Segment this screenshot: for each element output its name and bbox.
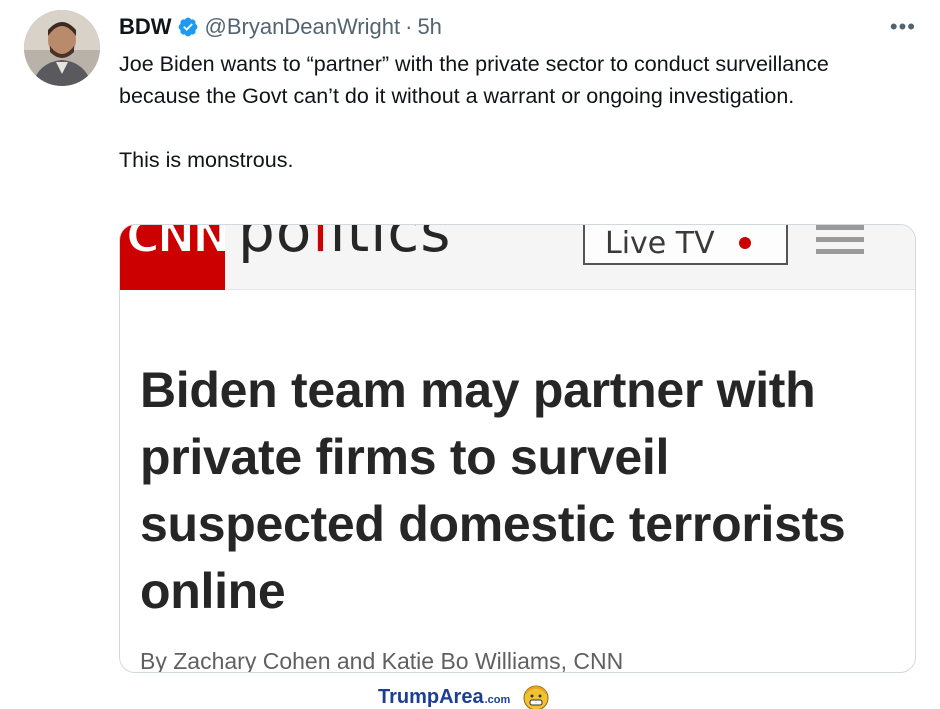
tweet: BDW @BryanDeanWright · 5h ••• Joe Biden … (0, 0, 940, 709)
live-indicator-icon (738, 237, 751, 249)
watermark: TrumpArea .com (378, 683, 550, 709)
avatar[interactable] (24, 10, 100, 86)
avatar-image (24, 10, 100, 86)
tweet-paragraph: This is monstrous. (119, 148, 294, 172)
link-card[interactable]: CNN politics Live TV Biden team may part… (119, 224, 916, 673)
live-tv-label: Live TV (605, 225, 715, 261)
section-title-part: itics (329, 224, 452, 265)
more-horizontal-icon[interactable]: ••• (890, 14, 916, 40)
display-name[interactable]: BDW (119, 14, 172, 40)
user-handle[interactable]: @BryanDeanWright (205, 14, 401, 40)
watermark-text: TrumpArea (378, 685, 484, 708)
timestamp[interactable]: 5h (417, 14, 441, 40)
live-tv-button[interactable]: Live TV (583, 225, 788, 265)
cnn-logo[interactable]: CNN (120, 225, 225, 290)
tweet-paragraph: Joe Biden wants to “partner” with the pr… (119, 52, 829, 108)
cnn-header-bar: CNN politics Live TV (120, 225, 915, 290)
hamburger-menu-icon[interactable] (816, 225, 864, 259)
tweet-header: BDW @BryanDeanWright · 5h ••• (119, 12, 920, 42)
section-title: politics (238, 224, 452, 265)
watermark-face-icon (523, 685, 549, 709)
separator-dot: · (405, 14, 413, 39)
verified-badge-icon (177, 16, 199, 38)
cnn-logo-text: CNN (125, 225, 225, 264)
watermark-suffix: .com (484, 693, 511, 706)
tweet-text: Joe Biden wants to “partner” with the pr… (119, 48, 909, 176)
section-title-part: po (238, 224, 313, 265)
article-headline: Biden team may partner with private firm… (140, 362, 846, 619)
article-byline: By Zachary Cohen and Katie Bo Williams, … (140, 648, 624, 673)
section-title-part: l (312, 224, 330, 265)
